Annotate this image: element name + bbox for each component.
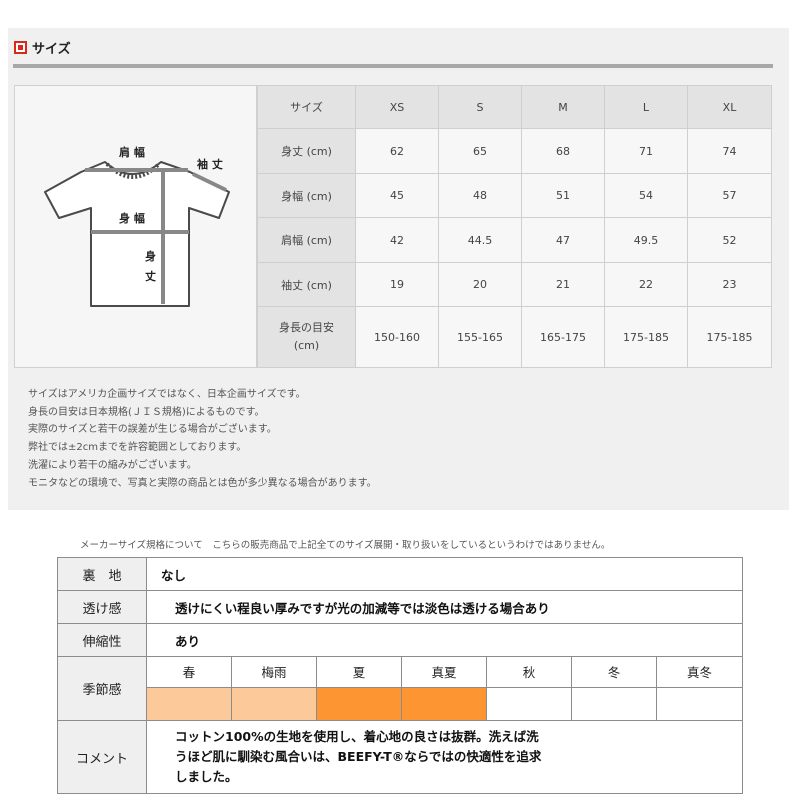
lining-value: なし (145, 556, 744, 592)
table-row: 身丈 (cm) 62 65 68 71 74 (257, 128, 772, 174)
size-section: サイズ 肩 幅 袖 丈 身 幅 身 丈 サイズ XS S M L XL 身丈 (… (8, 28, 789, 510)
stretch-row: 伸縮性 あり (57, 622, 744, 658)
stretch-value: あり (145, 622, 744, 658)
section-header: サイズ (14, 38, 71, 57)
season-swatch (231, 686, 317, 722)
table-cell: 44.5 (438, 217, 522, 263)
note-line: 身長の目安は日本規格(ＪＩＳ規格)によるものです。 (28, 406, 265, 418)
season-names-row: 季節感 春 梅雨 夏 真夏 秋 冬 真冬 (57, 656, 744, 722)
size-l: L (604, 85, 688, 129)
size-s: S (438, 85, 522, 129)
size-notes: サイズはアメリカ企画サイズではなく、日本企画サイズです。 身長の目安は日本規格(… (28, 386, 377, 492)
season-key: 季節感 (57, 656, 147, 722)
sheer-row: 透け感 透けにくい程良い厚みですが光の加減等では淡色は透ける場合あり (57, 590, 744, 624)
table-row: 袖丈 (cm) 19 20 21 22 23 (257, 262, 772, 307)
maker-size-note: メーカーサイズ規格について こちらの販売商品で上記全てのサイズ展開・取り扱いをし… (80, 540, 611, 551)
comment-value: コットン100%の生地を使用し、着心地の良さは抜群。洗えば洗 うほど肌に馴染む風… (145, 720, 744, 794)
season-midsummer: 真夏 (401, 656, 487, 688)
season-swatch (655, 686, 744, 722)
season-swatch (316, 686, 402, 722)
comment-row: コメント コットン100%の生地を使用し、着心地の良さは抜群。洗えば洗 うほど肌… (57, 720, 744, 794)
row-label: 袖丈 (cm) (257, 262, 356, 307)
shoulder-label: 肩 幅 (119, 145, 145, 159)
season-swatch-row (58, 686, 744, 722)
table-cell: 74 (687, 128, 772, 174)
season-swatch (486, 686, 572, 722)
row-label-line2: (cm) (293, 339, 320, 352)
table-cell: 54 (604, 173, 688, 218)
table-cell: 71 (604, 128, 688, 174)
season-swatch (571, 686, 657, 722)
table-cell: 57 (687, 173, 772, 218)
table-cell: 175-185 (604, 306, 688, 368)
row-label: 身幅 (cm) (257, 173, 356, 218)
size-xs: XS (355, 85, 439, 129)
comment-line: しました。 (175, 769, 238, 785)
note-line: サイズはアメリカ企画サイズではなく、日本企画サイズです。 (28, 389, 306, 400)
size-m: M (521, 85, 605, 129)
table-cell: 165-175 (521, 306, 605, 368)
table-cell: 51 (521, 173, 605, 218)
table-row: 身幅 (cm) 45 48 51 54 57 (257, 173, 772, 218)
row-label-line1: 身長の目安 (279, 321, 334, 334)
lining-row: 裏 地 なし (57, 556, 744, 592)
sheer-key: 透け感 (57, 590, 147, 624)
stretch-key: 伸縮性 (57, 622, 147, 658)
fabric-table: 裏 地 なし 透け感 透けにくい程良い厚みですが光の加減等では淡色は透ける場合あ… (57, 556, 744, 794)
corner-cell: サイズ (257, 85, 356, 129)
size-table-header: サイズ XS S M L XL (257, 85, 772, 129)
comment-line: うほど肌に馴染む風合いは、BEEFY-T®ならではの快適性を追求 (175, 749, 542, 765)
season-summer: 夏 (316, 656, 402, 688)
section-title: サイズ (32, 41, 71, 57)
table-cell: 23 (687, 262, 772, 307)
comment-key: コメント (57, 720, 147, 794)
square-bullet-icon (14, 40, 27, 54)
comment-line: コットン100%の生地を使用し、着心地の良さは抜群。洗えば洗 (175, 729, 539, 745)
row-label: 肩幅 (cm) (257, 217, 356, 263)
note-line: 実際のサイズと若干の誤差が生じる場合がございます。 (28, 424, 277, 436)
table-cell: 150-160 (355, 306, 439, 368)
sleeve-label: 袖 丈 (197, 157, 223, 171)
season-autumn: 秋 (486, 656, 572, 688)
size-xl: XL (687, 85, 772, 129)
lining-key: 裏 地 (57, 556, 147, 592)
table-cell: 19 (355, 262, 439, 307)
note-line: 洗濯により若干の縮みがございます。 (28, 459, 197, 471)
table-cell: 45 (355, 173, 439, 218)
table-cell: 20 (438, 262, 522, 307)
table-cell: 22 (604, 262, 688, 307)
season-midwinter: 真冬 (655, 656, 744, 688)
season-rainy: 梅雨 (231, 656, 317, 688)
season-swatch (146, 686, 232, 722)
table-cell: 42 (355, 217, 439, 263)
tshirt-diagram: 肩 幅 袖 丈 身 幅 身 丈 (14, 85, 257, 368)
table-row: 肩幅 (cm) 42 44.5 47 49.5 52 (257, 217, 772, 263)
table-cell: 65 (438, 128, 522, 174)
season-swatch (401, 686, 487, 722)
row-label: 身長の目安 (cm) (257, 306, 356, 368)
note-line: モニタなどの環境で、写真と実際の商品とは色が多少異なる場合があります。 (28, 477, 377, 489)
row-label: 身丈 (cm) (257, 128, 356, 174)
table-cell: 52 (687, 217, 772, 263)
table-cell: 68 (521, 128, 605, 174)
size-table: サイズ XS S M L XL 身丈 (cm) 62 65 68 71 74 身… (257, 85, 772, 368)
length-label-1: 身 (145, 249, 156, 263)
note-line: 弊社では±2cmまでを許容範囲としております。 (28, 442, 247, 454)
length-label-2: 丈 (145, 269, 156, 283)
table-cell: 48 (438, 173, 522, 218)
sheer-value: 透けにくい程良い厚みですが光の加減等では淡色は透ける場合あり (145, 590, 744, 624)
table-cell: 175-185 (687, 306, 772, 368)
table-cell: 49.5 (604, 217, 688, 263)
season-spring: 春 (146, 656, 232, 688)
header-divider (13, 64, 773, 68)
table-row: 身長の目安 (cm) 150-160 155-165 165-175 175-1… (257, 306, 772, 368)
table-cell: 62 (355, 128, 439, 174)
table-cell: 47 (521, 217, 605, 263)
season-winter: 冬 (571, 656, 657, 688)
chest-label: 身 幅 (119, 211, 145, 225)
table-cell: 155-165 (438, 306, 522, 368)
table-cell: 21 (521, 262, 605, 307)
